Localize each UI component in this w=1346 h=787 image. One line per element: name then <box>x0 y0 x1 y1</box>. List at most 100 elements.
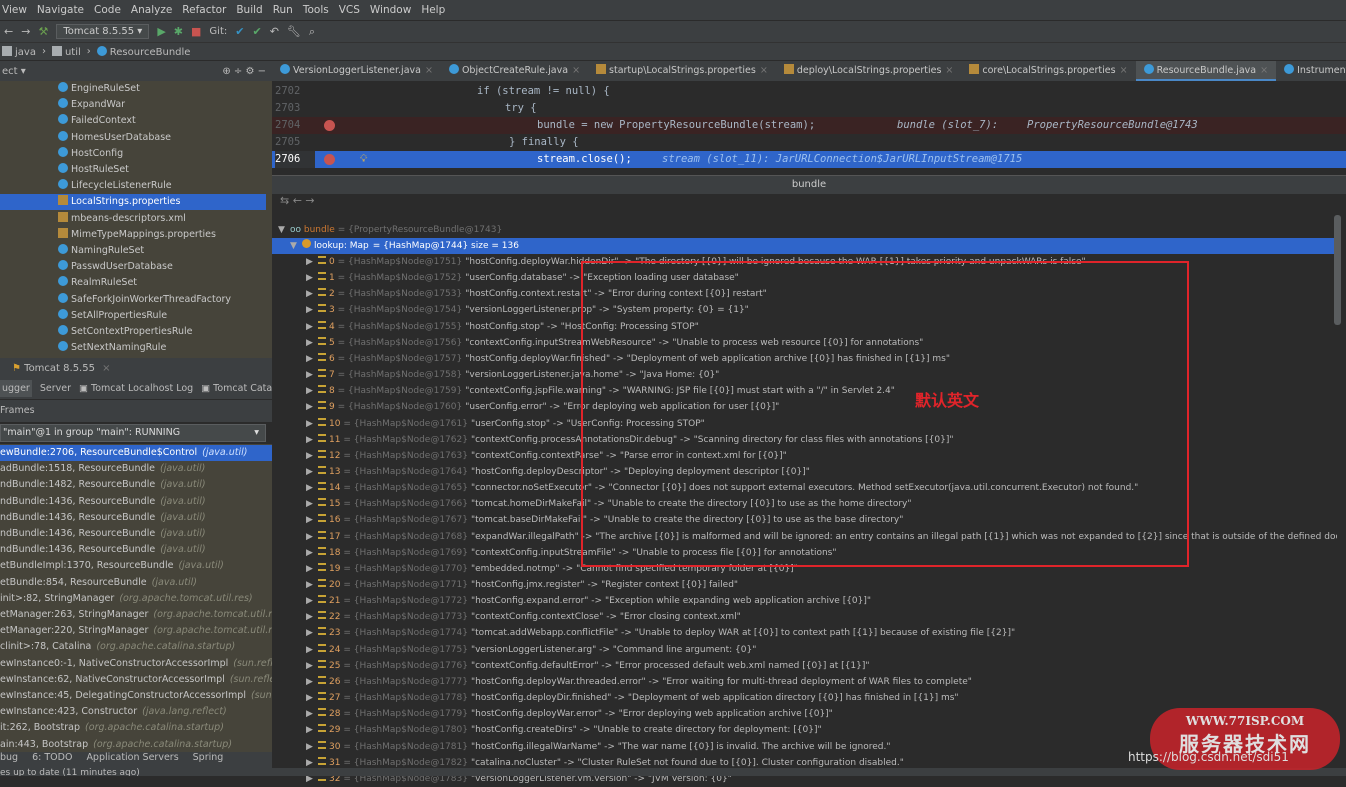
expand-toggle-icon[interactable]: ▶ <box>306 432 318 448</box>
expand-toggle-icon[interactable]: ▶ <box>306 464 318 480</box>
stack-frame[interactable]: etManager:263, StringManager (org.apache.… <box>0 607 272 623</box>
expand-toggle-icon[interactable]: ▶ <box>306 609 318 625</box>
project-tree-item[interactable]: LifecycleListenerRule <box>58 178 172 194</box>
project-tree-item[interactable]: SafeForkJoinWorkerThreadFactory <box>58 292 231 308</box>
thread-select[interactable]: "main"@1 in group "main": RUNNING ▾ <box>0 424 266 442</box>
tool-tab-0[interactable]: bug <box>0 752 18 768</box>
breadcrumb-item[interactable]: util <box>51 45 81 58</box>
breadcrumb-item[interactable]: ResourceBundle <box>96 45 190 58</box>
expand-toggle-icon[interactable]: ▶ <box>306 625 318 641</box>
expand-toggle-icon[interactable]: ▶ <box>306 593 318 609</box>
expand-toggle-icon[interactable]: ▶ <box>306 383 318 399</box>
editor-tab[interactable]: deploy\LocalStrings.properties × <box>776 61 962 81</box>
stack-frame[interactable]: ewInstance0:-1, NativeConstructorAccesso… <box>0 656 272 672</box>
menu-code[interactable]: Code <box>94 4 121 16</box>
expand-toggle-icon[interactable]: ▶ <box>306 706 318 722</box>
back-icon[interactable]: ← <box>4 25 13 38</box>
expand-toggle-icon[interactable]: ▶ <box>306 286 318 302</box>
breakpoint-icon[interactable] <box>324 120 335 131</box>
close-icon[interactable]: × <box>760 65 768 76</box>
map-entry[interactable]: ▶ 24 = {HashMap$Node@1775} "versionLoggerL… <box>272 642 1337 658</box>
project-tree-item[interactable]: LocalStrings.properties <box>0 194 266 211</box>
stack-frame[interactable]: init>:82, StringManager (org.apache.tomca… <box>0 591 272 607</box>
expand-toggle-icon[interactable]: ▶ <box>306 367 318 383</box>
close-icon[interactable]: × <box>425 65 433 76</box>
expand-toggle-icon[interactable]: ▶ <box>306 351 318 367</box>
tool-tab-1[interactable]: 6: TODO <box>32 752 72 768</box>
editor-tab[interactable]: startup\LocalStrings.properties × <box>588 61 776 81</box>
settings-wrench-icon[interactable]: 🔧︎ <box>287 25 301 38</box>
project-view-select[interactable]: ect ▾ <box>2 66 26 77</box>
debug-tab[interactable]: ▣ Tomcat Localhost Log <box>79 383 193 394</box>
close-icon[interactable]: × <box>1260 65 1268 76</box>
intention-bulb-icon[interactable]: 💡︎ <box>360 151 367 168</box>
debug-tab[interactable]: ▣ Tomcat Catal <box>201 383 272 394</box>
project-tree-item[interactable]: SetAllPropertiesRule <box>58 308 167 324</box>
menu-build[interactable]: Build <box>236 4 262 16</box>
git-update-icon[interactable]: ✔ <box>235 25 244 38</box>
stack-frame[interactable]: ewBundle:2706, ResourceBundle$Control (ja… <box>0 445 272 461</box>
debug-tab[interactable]: ugger <box>0 380 32 397</box>
run-tab-tomcat[interactable]: ⚑ Tomcat 8.5.55 × <box>12 363 111 374</box>
tool-tab-3[interactable]: Spring <box>193 752 224 768</box>
expand-toggle-icon[interactable]: ▶ <box>306 399 318 415</box>
stack-frame[interactable]: etBundle:854, ResourceBundle (java.util) <box>0 575 272 591</box>
expand-toggle-icon[interactable]: ▶ <box>306 319 318 335</box>
git-commit-icon[interactable]: ✔ <box>252 25 261 38</box>
map-entry[interactable]: ▶ 20 = {HashMap$Node@1771} "hostConfig.jmx… <box>272 577 1337 593</box>
stack-frame[interactable]: ewInstance:45, DelegatingConstructorAcce… <box>0 688 272 704</box>
close-icon[interactable]: × <box>945 65 953 76</box>
breadcrumb-item[interactable]: java <box>2 45 36 58</box>
expand-toggle-icon[interactable]: ▶ <box>306 496 318 512</box>
code-editor[interactable]: 2702 if (stream != null) {2703 try {2704 bu… <box>272 81 1346 175</box>
run-config-select[interactable]: Tomcat 8.5.55 ▾ <box>56 24 150 39</box>
stack-frame[interactable]: ewInstance:423, Constructor (java.lang.re… <box>0 704 272 720</box>
stack-frame[interactable]: ndBundle:1436, ResourceBundle (java.util) <box>0 494 272 510</box>
project-tree-item[interactable]: EngineRuleSet <box>58 81 140 97</box>
project-tree-item[interactable]: ExpandWar <box>58 97 125 113</box>
close-icon[interactable]: × <box>1120 65 1128 76</box>
expand-toggle-icon[interactable]: ▼ <box>290 238 302 254</box>
map-entry[interactable]: ▶ 25 = {HashMap$Node@1776} "contextConfig.… <box>272 658 1337 674</box>
project-tree-item[interactable]: PasswdUserDatabase <box>58 259 173 275</box>
tree-node-bundle[interactable]: ▼ oo bundle = {PropertyResourceBundle@1743… <box>272 222 1337 238</box>
expand-toggle-icon[interactable]: ▶ <box>306 480 318 496</box>
expand-toggle-icon[interactable]: ▶ <box>306 674 318 690</box>
stack-frame[interactable]: ain:443, Bootstrap (org.apache.catalina.s… <box>0 737 272 753</box>
project-tree-item[interactable]: SetNextNamingRule <box>58 340 166 356</box>
project-tree-item[interactable]: SetContextPropertiesRule <box>58 324 193 340</box>
close-icon[interactable]: × <box>572 65 580 76</box>
map-entry[interactable]: ▶ 22 = {HashMap$Node@1773} "contextConfig.… <box>272 609 1337 625</box>
expand-toggle-icon[interactable]: ▶ <box>306 642 318 658</box>
map-entry[interactable]: ▶ 21 = {HashMap$Node@1772} "hostConfig.exp… <box>272 593 1337 609</box>
menu-run[interactable]: Run <box>273 4 293 16</box>
map-entry[interactable]: ▶ 26 = {HashMap$Node@1777} "hostConfig.dep… <box>272 674 1337 690</box>
expand-toggle-icon[interactable]: ▶ <box>306 270 318 286</box>
project-tree-item[interactable]: NamingRuleSet <box>58 243 144 259</box>
editor-tab[interactable]: ObjectCreateRule.java × <box>441 61 588 81</box>
menu-analyze[interactable]: Analyze <box>131 4 172 16</box>
stack-frame[interactable]: clinit>:78, Catalina (org.apache.catalina… <box>0 639 272 655</box>
stack-frame[interactable]: it:262, Bootstrap (org.apache.catalina.st… <box>0 720 272 736</box>
editor-tab[interactable]: ResourceBundle.java × <box>1135 61 1277 81</box>
stack-frame[interactable]: adBundle:1518, ResourceBundle (java.util) <box>0 461 272 477</box>
project-tree-item[interactable]: mbeans-descriptors.xml <box>58 211 186 227</box>
menu-vcs[interactable]: VCS <box>339 4 360 16</box>
expand-toggle-icon[interactable]: ▶ <box>306 690 318 706</box>
tool-tab-2[interactable]: Application Servers <box>86 752 178 768</box>
expand-toggle-icon[interactable]: ▼ <box>278 222 290 238</box>
menu-window[interactable]: Window <box>370 4 411 16</box>
breakpoint-icon[interactable] <box>324 154 335 165</box>
expand-toggle-icon[interactable]: ▶ <box>306 739 318 755</box>
expand-toggle-icon[interactable]: ▶ <box>306 448 318 464</box>
map-entry[interactable]: ▶ 27 = {HashMap$Node@1778} "hostConfig.dep… <box>272 690 1337 706</box>
expand-toggle-icon[interactable]: ▶ <box>306 529 318 545</box>
forward-icon[interactable]: → <box>21 25 30 38</box>
tree-node-lookup[interactable]: ▼ lookup: Map = {HashMap@1744} size = 136 <box>272 238 1337 254</box>
undo-icon[interactable]: ↶ <box>270 25 279 38</box>
menu-refactor[interactable]: Refactor <box>182 4 226 16</box>
project-tree-item[interactable]: HomesUserDatabase <box>58 130 171 146</box>
expand-toggle-icon[interactable]: ▶ <box>306 658 318 674</box>
popup-scrollbar[interactable] <box>1334 215 1341 325</box>
search-icon[interactable]: ⌕ <box>309 25 315 39</box>
